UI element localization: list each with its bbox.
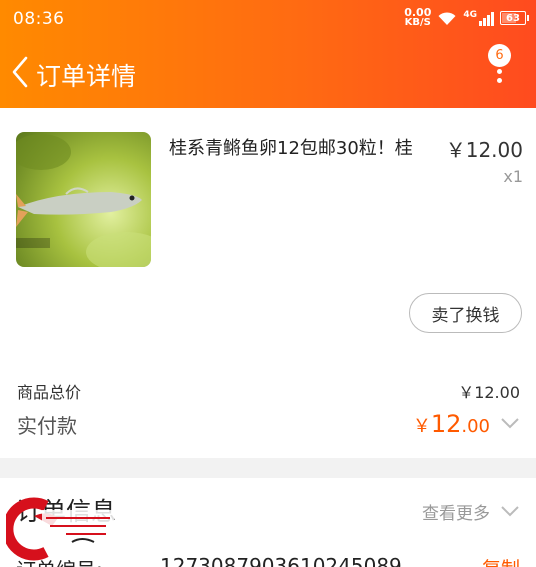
total-price-label: 商品总价 (17, 383, 82, 402)
paid-decimal: .00 (461, 416, 490, 437)
battery-level: 63 (506, 12, 520, 24)
see-more-link[interactable]: 查看更多 (422, 499, 490, 524)
fish-image (16, 132, 151, 267)
back-button[interactable] (6, 54, 34, 90)
copy-button[interactable]: 复制 (482, 554, 520, 567)
product-title[interactable]: 桂系青鳉鱼卵12包邮30粒！桂 (169, 134, 437, 160)
network-type: 4G (463, 10, 477, 20)
watermark-logo (6, 497, 114, 561)
wifi-icon (438, 12, 456, 25)
section-divider (0, 458, 536, 478)
paid-currency: ￥ (412, 416, 431, 437)
status-bar: 08:36 0.00 KB/S 4G 63 (0, 0, 536, 36)
more-menu-button[interactable]: 6 (486, 44, 516, 90)
net-speed-unit: KB/S (404, 17, 431, 28)
chevron-down-icon[interactable] (500, 504, 520, 518)
product-image[interactable] (16, 132, 151, 267)
nav-bar: 订单详情 6 (0, 44, 536, 104)
paid-amount-label: 实付款 (17, 414, 77, 438)
signal-icon: 4G (463, 10, 494, 26)
chevron-left-icon (12, 56, 28, 88)
product-price: ￥12.00 (445, 138, 523, 162)
chevron-down-icon[interactable] (500, 416, 520, 430)
paid-integer: 12 (430, 410, 462, 438)
order-number-value: 1273087903610245089 (160, 554, 402, 567)
product-quantity: x1 (503, 167, 523, 186)
status-time: 08:36 (13, 9, 65, 29)
net-speed: 0.00 KB/S (404, 7, 431, 28)
status-icons: 0.00 KB/S 4G 63 (404, 6, 529, 30)
header: 08:36 0.00 KB/S 4G 63 订单详情 6 (0, 0, 536, 108)
message-count-badge: 6 (488, 44, 511, 67)
order-detail-screen: 08:36 0.00 KB/S 4G 63 订单详情 6 桂系青鳉鱼卵12包邮3… (0, 0, 536, 567)
paid-amount-value: ￥12.00 (413, 410, 490, 438)
battery-icon: 63 (500, 11, 529, 25)
total-price-value: ￥12.00 (458, 383, 520, 402)
more-dots-icon (497, 69, 502, 87)
sell-for-cash-button[interactable]: 卖了换钱 (409, 293, 522, 333)
page-title: 订单详情 (36, 62, 137, 91)
